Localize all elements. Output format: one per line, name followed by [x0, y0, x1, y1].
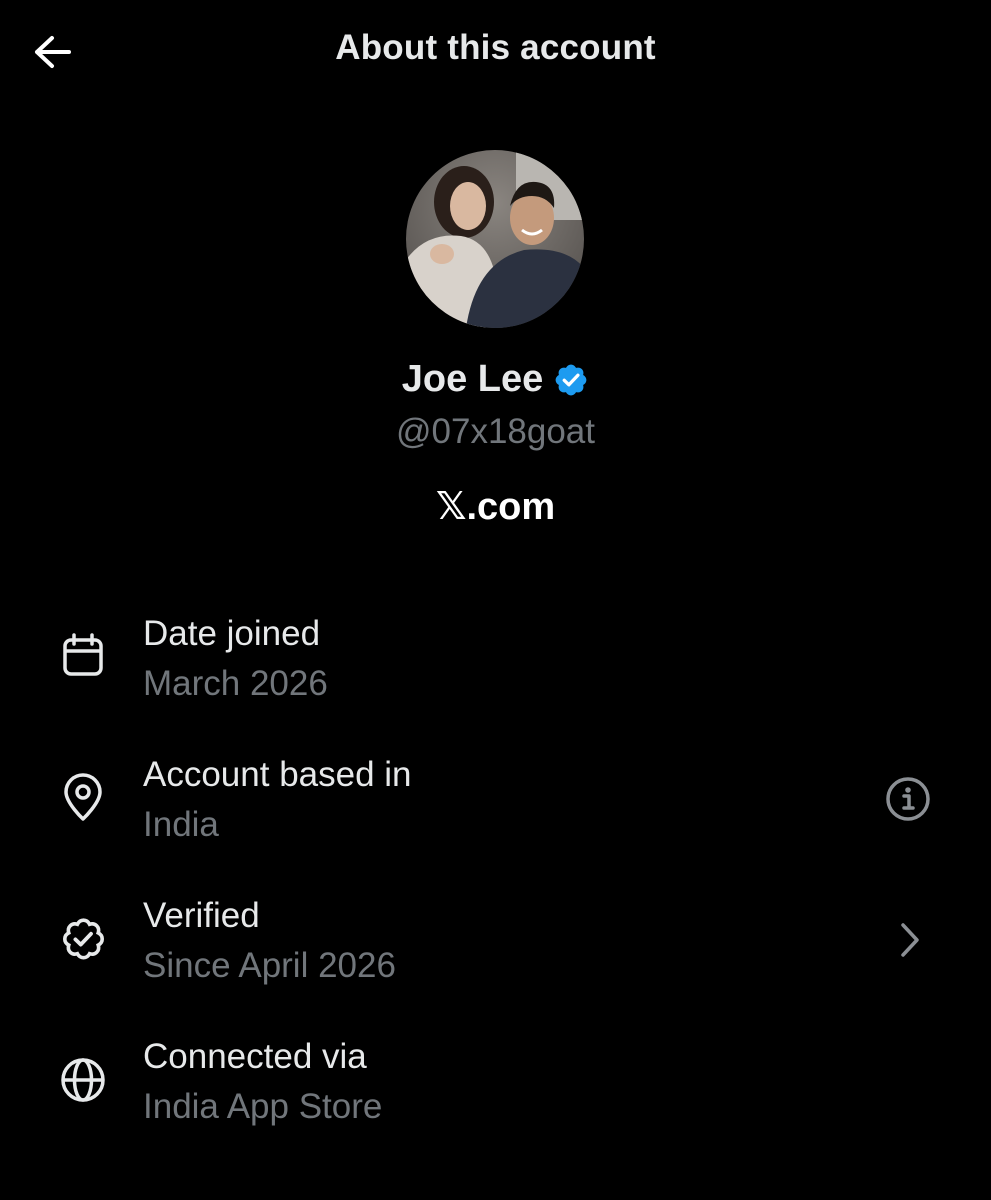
info-icon[interactable]	[882, 773, 934, 825]
detail-value: Since April 2026	[143, 946, 396, 985]
calendar-icon	[56, 628, 110, 682]
detail-label: Account based in	[143, 755, 412, 794]
detail-label: Verified	[143, 896, 260, 935]
detail-value: March 2026	[143, 664, 328, 703]
display-name: Joe Lee	[401, 358, 544, 400]
detail-value: India	[143, 805, 219, 844]
chevron-right-icon[interactable]	[892, 918, 928, 962]
page-title: About this account	[335, 28, 656, 67]
avatar[interactable]	[406, 150, 584, 328]
globe-icon	[56, 1053, 110, 1107]
header-bar: About this account	[0, 0, 991, 100]
detail-verified[interactable]: Verified Since April 2026	[0, 882, 991, 1002]
detail-date-joined: Date joined March 2026	[0, 600, 991, 720]
detail-value: India App Store	[143, 1087, 383, 1126]
brand-domain: 𝕏.com	[435, 486, 556, 528]
detail-account-based-in: Account based in India	[0, 741, 991, 861]
display-name-row: Joe Lee	[0, 358, 991, 401]
location-pin-icon	[56, 771, 110, 825]
verified-badge-icon[interactable]	[553, 362, 589, 398]
detail-label: Connected via	[143, 1037, 367, 1076]
verified-outline-icon	[56, 912, 110, 966]
profile-photo	[406, 150, 584, 328]
detail-connected-via: Connected via India App Store	[0, 1023, 991, 1143]
user-handle: @07x18goat	[395, 412, 595, 451]
detail-label: Date joined	[143, 614, 321, 653]
